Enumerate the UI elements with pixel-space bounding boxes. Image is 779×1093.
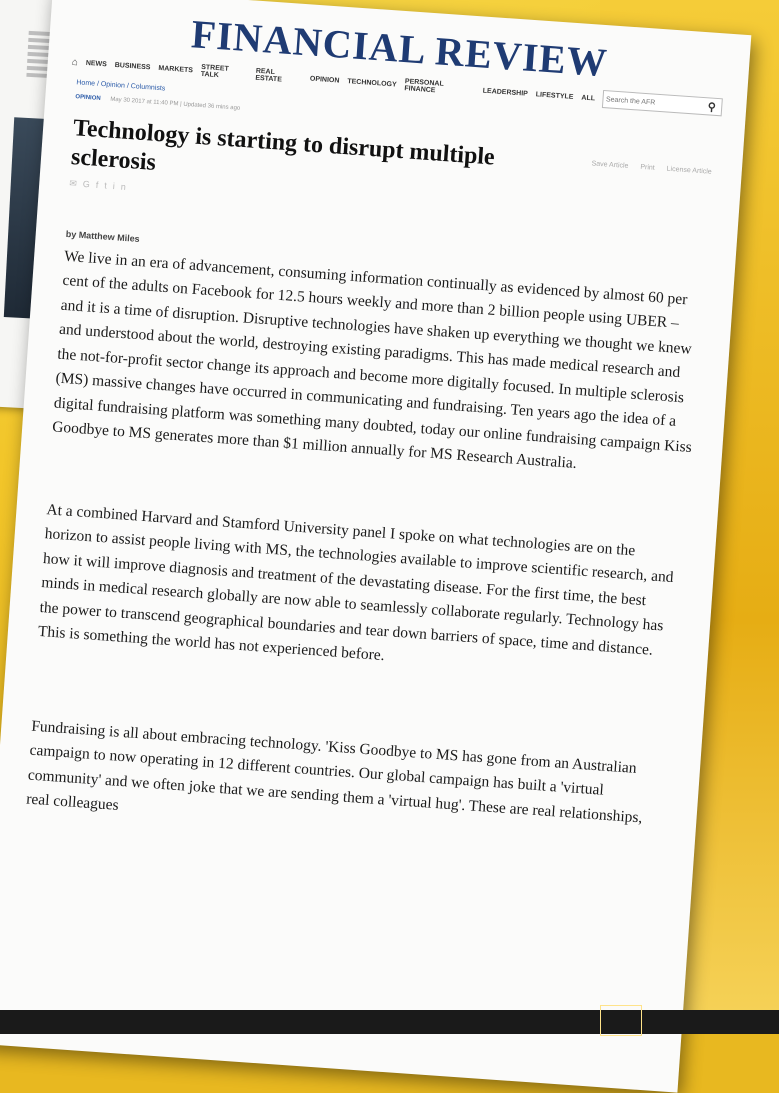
nav-item-news[interactable]: NEWS [86, 59, 107, 67]
nav-item-real-estate[interactable]: REAL ESTATE [255, 68, 302, 85]
article-paragraph: Fundraising is all about embracing techn… [25, 717, 643, 827]
search-input[interactable] [603, 94, 709, 111]
license-article-button[interactable]: License Article [666, 166, 712, 176]
search-icon[interactable]: ⚲ [707, 100, 716, 114]
search-box: ⚲ [602, 90, 723, 117]
article-paragraph: We live in an era of advancement, consum… [51, 247, 693, 473]
nav-item-business[interactable]: BUSINESS [115, 61, 151, 70]
home-icon[interactable]: ⌂ [71, 56, 78, 67]
publish-date: May 30 2017 at 11:40 PM [110, 96, 179, 108]
nav-item-all[interactable]: ALL [581, 94, 595, 102]
email-share-icon[interactable]: ✉ [69, 178, 83, 189]
article-tools: Save Article Print License Article [581, 150, 712, 176]
bottom-dark-strip [0, 1010, 779, 1034]
save-article-button[interactable]: Save Article [591, 160, 628, 170]
print-button[interactable]: Print [640, 164, 655, 172]
section-tag[interactable]: OPINION [75, 94, 101, 102]
article-page: FINANCIAL REVIEW ⌂ NEWS BUSINESS MARKETS… [0, 0, 752, 1093]
updated-time: Updated 36 mins ago [183, 101, 241, 112]
nav-item-leadership[interactable]: LEADERSHIP [483, 87, 529, 97]
linkedin-share-icon[interactable]: in [113, 181, 133, 192]
article-paragraph: At a combined Harvard and Stamford Unive… [37, 500, 675, 665]
nav-item-lifestyle[interactable]: LIFESTYLE [536, 91, 574, 101]
nav-item-markets[interactable]: MARKETS [158, 64, 193, 73]
nav-item-personal-finance[interactable]: PERSONAL FINANCE [404, 78, 475, 97]
google-plus-share-icon[interactable]: G [83, 179, 97, 190]
nav-item-opinion[interactable]: OPINION [310, 75, 340, 84]
decorative-frame [600, 1005, 642, 1036]
nav-item-street-talk[interactable]: STREET TALK [200, 64, 248, 81]
nav-item-technology[interactable]: TECHNOLOGY [347, 78, 397, 88]
